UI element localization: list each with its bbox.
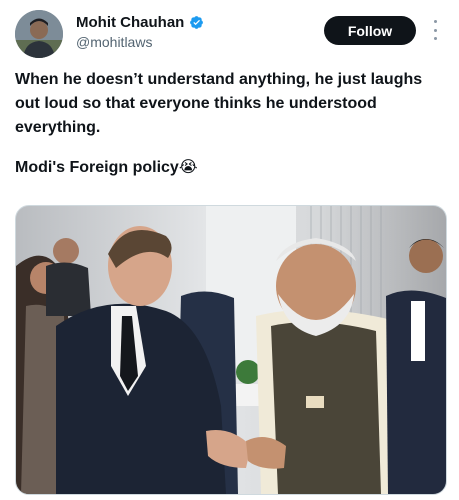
author-name-row: Mohit Chauhan — [76, 14, 204, 31]
tweet-text-paragraph: Modi's Foreign policy😭 — [15, 159, 198, 176]
photo-illustration — [16, 206, 446, 494]
tweet-card: Mohit Chauhan @mohitlaws Follow When he … — [0, 0, 459, 500]
avatar-photo — [15, 10, 63, 58]
author-display-name[interactable]: Mohit Chauhan — [76, 14, 184, 31]
tweet-text-paragraph: When he doesn’t understand anything, he … — [15, 71, 423, 136]
verified-badge-icon — [190, 16, 204, 29]
more-vertical-icon[interactable] — [428, 20, 442, 40]
author-handle[interactable]: @mohitlaws — [76, 34, 152, 50]
follow-button[interactable]: Follow — [324, 16, 416, 45]
avatar[interactable] — [15, 10, 63, 58]
tweet-text: When he doesn’t understand anything, he … — [15, 68, 445, 180]
tweet-media-photo[interactable] — [15, 205, 447, 495]
